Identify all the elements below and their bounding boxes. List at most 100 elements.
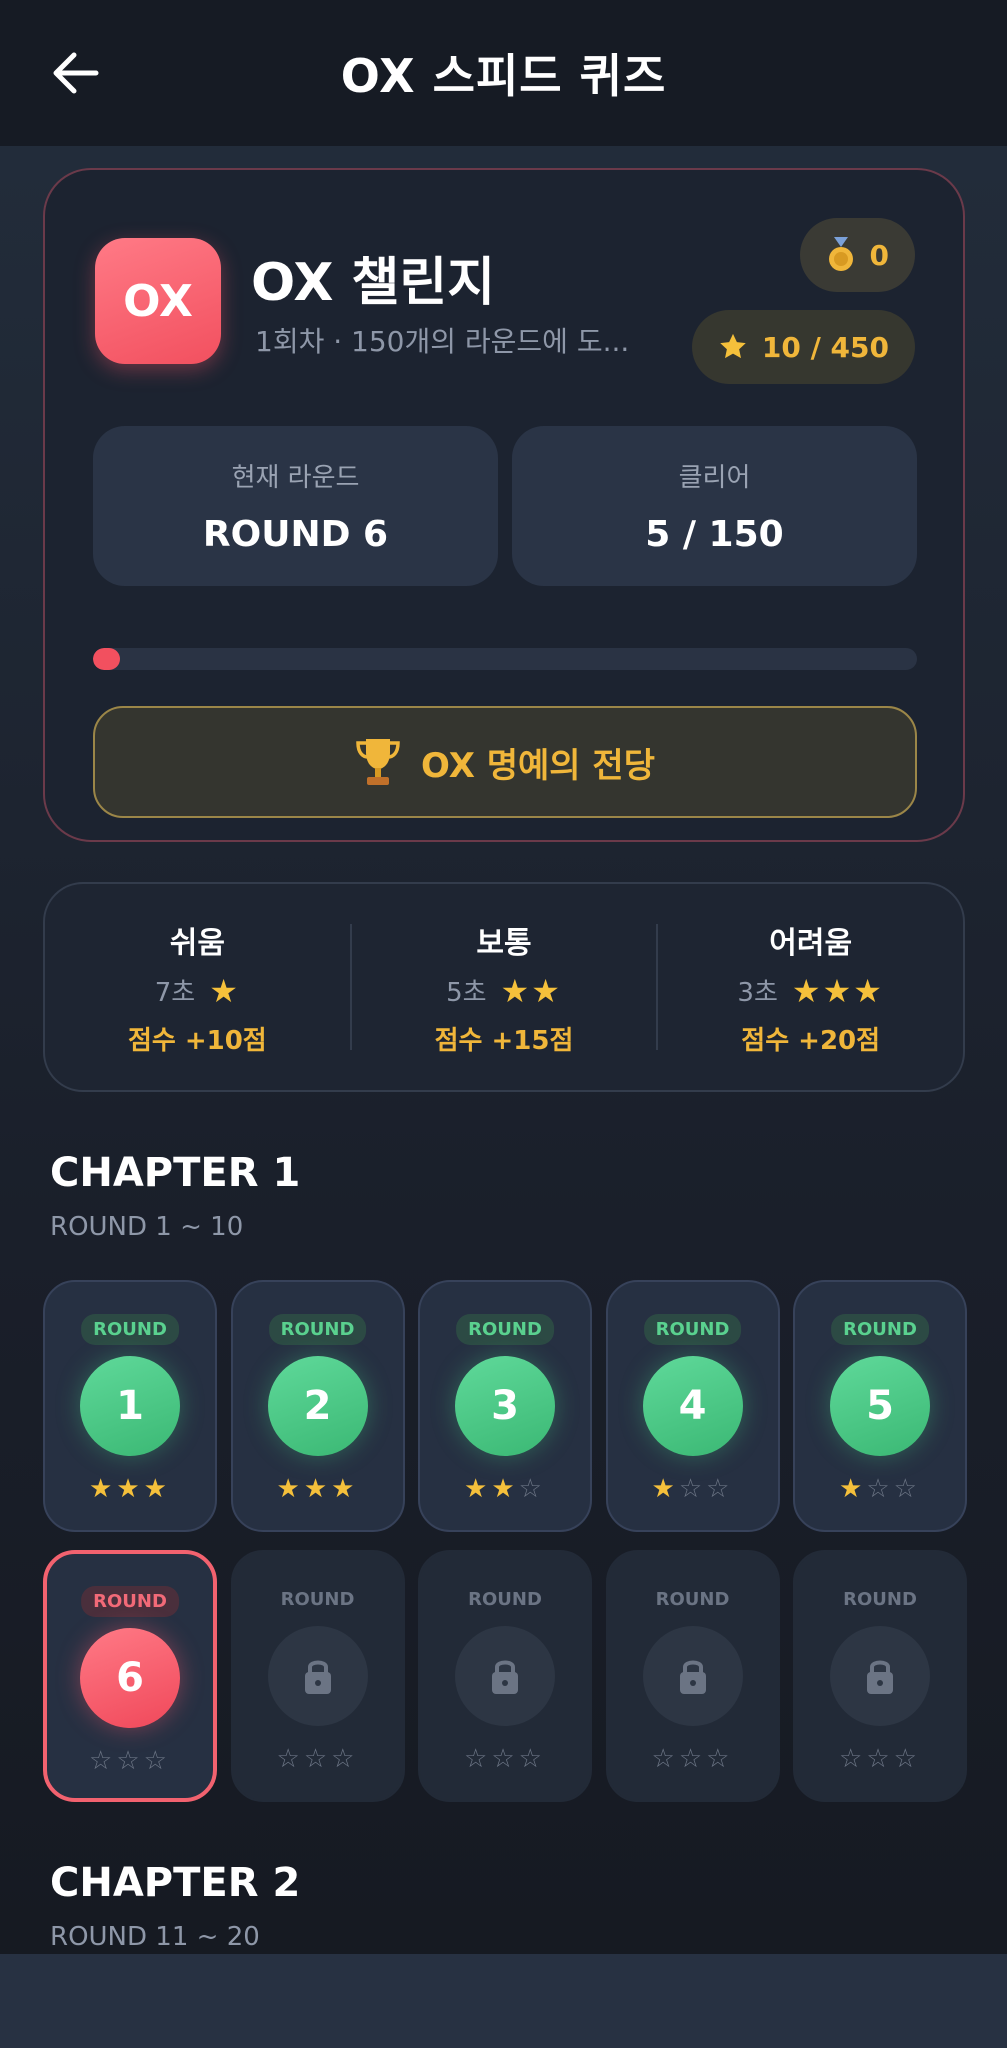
round-card-8: ROUND ☆☆☆ (418, 1550, 592, 1802)
chapter-title: CHAPTER 1 (50, 1150, 301, 1196)
difficulty-time: 3초 (737, 978, 778, 1008)
round-number: 3 (455, 1356, 555, 1456)
star-empty-icon: ☆ (116, 1746, 144, 1776)
star-empty-icon: ☆ (276, 1744, 304, 1774)
round-card-1[interactable]: ROUND 1 ★★★ (43, 1280, 217, 1532)
difficulty-time-row: 5초 ★★ (446, 972, 562, 1010)
star-empty-icon: ☆ (518, 1744, 546, 1774)
round-badge: ROUND (81, 1586, 179, 1617)
hall-of-fame-label: OX 명예의 전당 (421, 745, 655, 786)
star-empty-icon: ☆ (651, 1744, 679, 1774)
star-empty-icon: ☆ (678, 1744, 707, 1774)
difficulty-score: 점수 +20점 (741, 1025, 881, 1056)
star-empty-icon: ☆ (706, 1744, 734, 1774)
round-card-7: ROUND ☆☆☆ (230, 1550, 405, 1802)
clear-value: 5 / 150 (645, 514, 784, 555)
difficulty-stars: ★★ (500, 971, 562, 1010)
star-empty-icon: ☆ (706, 1474, 734, 1504)
round-badge: ROUND (843, 1589, 917, 1610)
round-stars: ★☆☆ (608, 1474, 778, 1504)
round-stars: ☆☆☆ (608, 1744, 778, 1774)
hall-of-fame-button[interactable]: OX 명예의 전당 (93, 706, 917, 818)
round-card-4[interactable]: ROUND 4 ★☆☆ (605, 1280, 780, 1532)
round-card-10: ROUND ☆☆☆ (793, 1550, 967, 1802)
star-empty-icon: ☆ (893, 1744, 921, 1774)
challenge-card: OX OX 챌린지 1회차 · 150개의 라운드에 도... 0 10 / 4… (43, 168, 965, 842)
current-round-label: 현재 라운드 (231, 463, 360, 493)
round-stars: ★★☆ (420, 1474, 590, 1504)
difficulty-stars: ★★★ (791, 971, 884, 1010)
star-filled-icon: ★ (143, 1474, 171, 1504)
round-badge: ROUND (280, 1589, 355, 1610)
medal-icon (828, 237, 853, 271)
star-empty-icon: ☆ (893, 1474, 921, 1504)
challenge-title: OX 챌린지 (251, 253, 496, 313)
progress-fill (93, 648, 121, 670)
trophy-icon (356, 739, 400, 785)
clear-stat: 클리어 5 / 150 (512, 426, 917, 586)
round-stars: ★★★ (233, 1474, 403, 1504)
difficulty-time: 5초 (446, 978, 487, 1008)
round-number: 4 (642, 1356, 743, 1456)
round-card-2[interactable]: ROUND 2 ★★★ (230, 1280, 405, 1532)
difficulty-time: 7초 (154, 978, 196, 1008)
medal-count: 0 (869, 238, 889, 272)
top-app-bar: OX 스피드 퀴즈 (0, 0, 1007, 146)
scroll-content[interactable]: OX OX 챌린지 1회차 · 150개의 라운드에 도... 0 10 / 4… (0, 146, 1007, 1954)
star-empty-icon: ☆ (518, 1474, 546, 1504)
round-card-9: ROUND ☆☆☆ (605, 1550, 780, 1802)
star-empty-icon: ☆ (491, 1744, 519, 1774)
round-stars: ☆☆☆ (795, 1744, 965, 1774)
lock-icon (642, 1626, 743, 1726)
round-card-3[interactable]: ROUND 3 ★★☆ (418, 1280, 592, 1532)
difficulty-name: 어려움 (769, 925, 853, 961)
challenge-subtitle: 1회차 · 150개의 라운드에 도... (255, 325, 630, 358)
star-empty-icon: ☆ (866, 1474, 894, 1504)
star-filled-icon: ★ (331, 1474, 359, 1504)
star-empty-icon: ☆ (866, 1744, 894, 1774)
star-total-badge: 10 / 450 (691, 310, 915, 384)
round-card-6[interactable]: ROUND 6 ☆☆☆ (43, 1550, 217, 1802)
round-stars: ☆☆☆ (420, 1744, 590, 1774)
back-button[interactable] (40, 40, 110, 106)
difficulty-time-row: 3초 ★★★ (737, 972, 884, 1010)
star-empty-icon: ☆ (89, 1746, 117, 1776)
star-filled-icon: ★ (651, 1474, 679, 1504)
arrow-left-icon (53, 52, 99, 94)
round-card-5[interactable]: ROUND 5 ★☆☆ (793, 1280, 967, 1532)
page-title: OX 스피드 퀴즈 (340, 49, 667, 103)
clear-label: 클리어 (678, 463, 751, 493)
star-filled-icon: ★ (303, 1474, 332, 1504)
difficulty-score: 점수 +15점 (434, 1025, 574, 1056)
lock-icon (267, 1626, 368, 1726)
star-filled-icon: ★ (276, 1474, 304, 1504)
round-badge: ROUND (655, 1589, 730, 1610)
star-empty-icon: ☆ (303, 1744, 332, 1774)
round-badge: ROUND (468, 1589, 542, 1610)
current-round-value: ROUND 6 (202, 514, 389, 555)
round-number: 1 (80, 1356, 180, 1456)
round-number: 6 (80, 1628, 180, 1728)
round-number: 5 (830, 1356, 930, 1456)
lock-icon (830, 1626, 930, 1726)
round-badge: ROUND (81, 1314, 179, 1345)
round-stars: ☆☆☆ (47, 1746, 213, 1776)
round-badge: ROUND (643, 1314, 742, 1345)
round-badge: ROUND (268, 1314, 367, 1345)
round-badge: ROUND (831, 1314, 929, 1345)
difficulty-easy: 쉬움 7초 ★ 점수 +10점 (45, 884, 350, 1090)
chapter-range: ROUND 11 ~ 20 (50, 1922, 260, 1952)
star-filled-icon: ★ (464, 1474, 492, 1504)
medal-badge: 0 (799, 218, 915, 292)
difficulty-name: 보통 (476, 925, 532, 961)
round-stars: ☆☆☆ (233, 1744, 403, 1774)
star-empty-icon: ☆ (331, 1744, 359, 1774)
star-filled-icon: ★ (839, 1474, 867, 1504)
difficulty-hard: 어려움 3초 ★★★ 점수 +20점 (658, 884, 963, 1090)
star-icon (720, 333, 746, 359)
difficulty-time-row: 7초 ★ (155, 972, 240, 1010)
chapter-title: CHAPTER 2 (50, 1860, 301, 1906)
current-round-stat: 현재 라운드 ROUND 6 (93, 426, 498, 586)
difficulty-info-card: 쉬움 7초 ★ 점수 +10점 보통 5초 ★★ 점수 +15점 어려움 3초 … (43, 882, 965, 1092)
chapter-range: ROUND 1 ~ 10 (50, 1212, 244, 1242)
